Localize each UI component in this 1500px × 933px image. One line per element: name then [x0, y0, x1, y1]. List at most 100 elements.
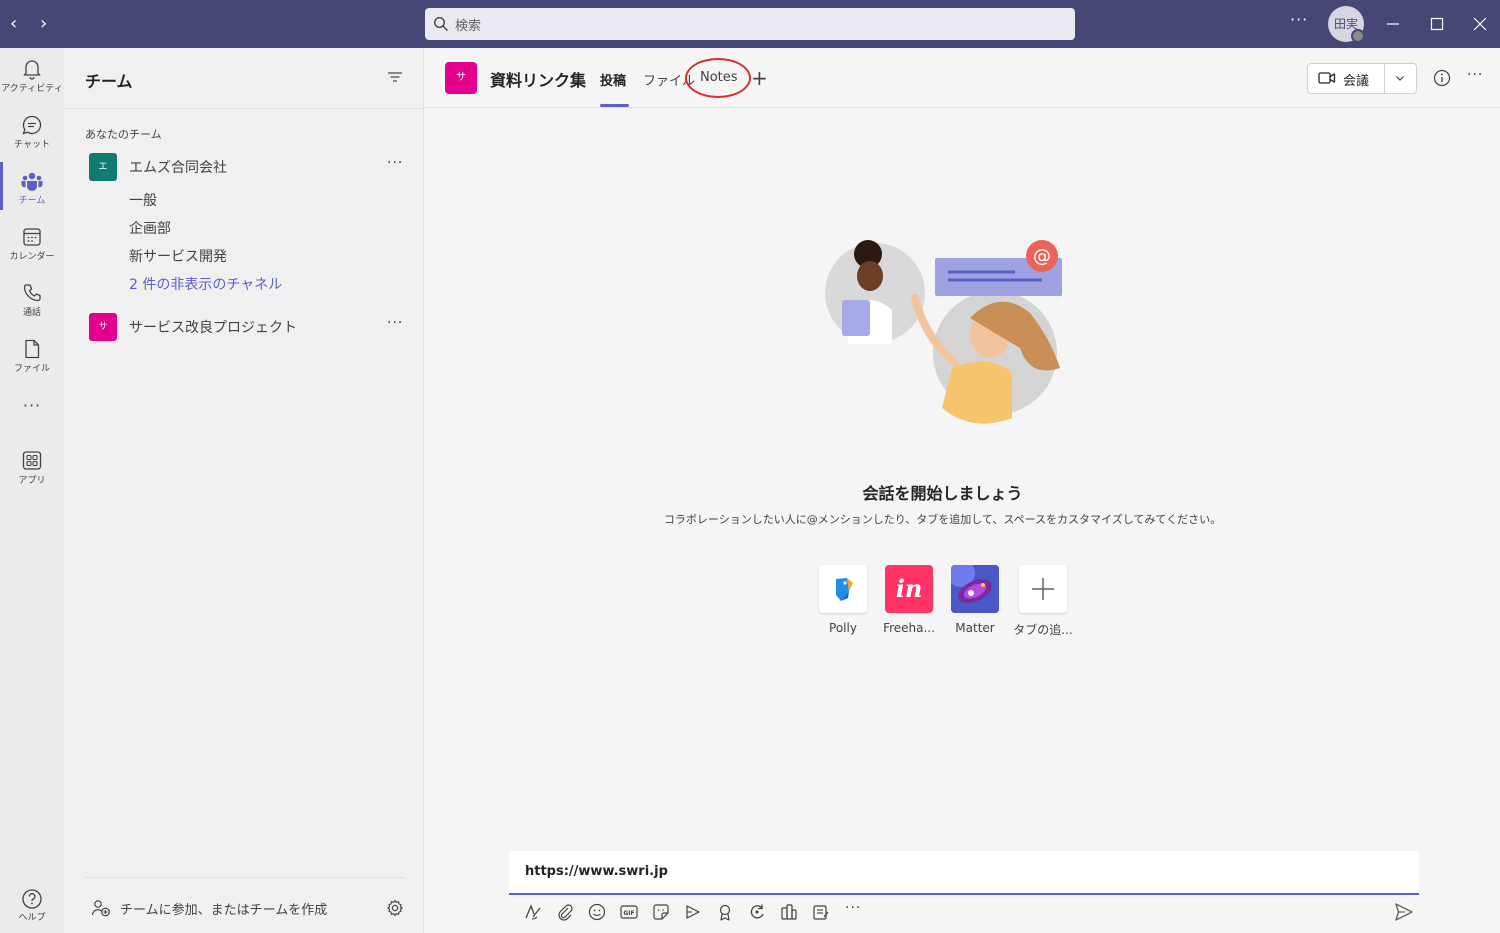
rail-label: チーム — [18, 196, 46, 206]
join-team-icon[interactable] — [91, 899, 111, 917]
back-arrow-icon[interactable]: ‹ — [10, 14, 17, 34]
conversation-illustration: @ — [825, 240, 1062, 424]
maximize-icon[interactable] — [1425, 12, 1449, 36]
bell-icon — [23, 60, 41, 80]
rail-item-teams[interactable]: チーム — [0, 162, 64, 218]
channel-header: サ 資料リンク集 投稿 ファイル Notes + 会議 ··· — [425, 48, 1500, 108]
apps-icon — [22, 451, 42, 470]
channel-main: サ 資料リンク集 投稿 ファイル Notes + 会議 ··· @ 会話を開始し… — [425, 48, 1500, 933]
emoji-icon[interactable] — [587, 902, 607, 922]
title-bar: ‹ › 検索 ··· 田実 — [0, 0, 1500, 48]
svg-text:GIF: GIF — [623, 910, 634, 917]
more-options-icon[interactable]: ··· — [1290, 10, 1308, 29]
app-rail: アクティビティ チャット チーム カレンダー 通話 ファイル ··· アプリ ヘ… — [0, 48, 64, 933]
app-label: Matter — [955, 621, 995, 635]
channel-item[interactable]: 企画部 — [129, 218, 171, 238]
polly-icon — [819, 565, 867, 613]
schedule-meeting-icon[interactable] — [683, 902, 703, 922]
team-more-icon[interactable]: ··· — [387, 315, 403, 331]
rail-item-activity[interactable]: アクティビティ — [0, 50, 64, 106]
active-indicator — [0, 162, 3, 210]
rail-item-calendar[interactable]: カレンダー — [0, 218, 64, 274]
team-name: サービス改良プロジェクト — [129, 320, 297, 336]
close-icon[interactable] — [1468, 12, 1492, 36]
teams-panel: チーム あなたのチーム エ エムズ合同会社 ··· 一般 企画部 新サービス開発… — [64, 48, 424, 933]
add-tab-icon[interactable]: + — [751, 66, 768, 90]
presence-badge — [1351, 29, 1365, 43]
plus-icon — [1019, 565, 1067, 613]
team-name: エムズ合同会社 — [129, 160, 227, 176]
divider — [64, 108, 424, 109]
channel-item[interactable]: 一般 — [129, 190, 157, 210]
active-tab-indicator — [600, 104, 629, 107]
forward-arrow-icon[interactable]: › — [40, 14, 47, 34]
tab-posts[interactable]: 投稿 — [600, 70, 626, 89]
send-icon[interactable] — [1393, 901, 1415, 923]
compose-box[interactable]: https://www.swri.jp — [509, 851, 1419, 895]
app-label: タブの追... — [1013, 623, 1073, 637]
minimize-icon[interactable] — [1381, 12, 1405, 36]
calendar-icon — [23, 228, 41, 246]
search-placeholder: 検索 — [455, 19, 482, 34]
gear-icon[interactable] — [386, 899, 404, 917]
format-icon[interactable] — [523, 902, 543, 922]
more-options-icon[interactable]: ··· — [1467, 67, 1483, 83]
team-avatar: サ — [89, 313, 117, 341]
file-icon — [25, 339, 40, 359]
team-avatar: エ — [89, 153, 117, 181]
video-camera-icon — [1318, 72, 1336, 84]
rail-label: チャット — [14, 140, 50, 150]
rail-label: ファイル — [13, 364, 50, 374]
help-label: ヘルプ — [18, 913, 46, 923]
team-row-ems[interactable]: エ エムズ合同会社 ··· — [64, 151, 424, 183]
search-icon — [433, 16, 448, 31]
more-apps-icon[interactable]: ··· — [845, 900, 865, 920]
teams-icon — [21, 172, 43, 191]
app-label: Polly — [829, 621, 857, 635]
empty-state-title: 会話を開始しましょう — [862, 484, 1023, 503]
hidden-channels-link[interactable]: 2 件の非表示のチャネル — [129, 274, 282, 294]
gif-icon[interactable]: GIF — [619, 902, 639, 922]
rail-item-calls[interactable]: 通話 — [0, 274, 64, 330]
invision-icon: in — [885, 565, 933, 613]
rail-item-apps[interactable]: アプリ — [0, 442, 64, 498]
chevron-down-icon[interactable] — [1394, 72, 1406, 84]
app-tile-polly[interactable]: Polly — [813, 565, 873, 635]
rail-label: アプリ — [18, 476, 46, 486]
rail-item-chat[interactable]: チャット — [0, 106, 64, 162]
filter-icon[interactable] — [387, 70, 403, 84]
channel-avatar: サ — [445, 62, 477, 94]
svg-text:@: @ — [1033, 246, 1051, 267]
team-row-service[interactable]: サ サービス改良プロジェクト ··· — [64, 311, 424, 343]
channel-item[interactable]: 新サービス開発 — [129, 246, 227, 266]
panel-title: チーム — [85, 72, 133, 91]
phone-icon — [23, 284, 41, 302]
attach-icon[interactable] — [555, 902, 575, 922]
search-input[interactable]: 検索 — [425, 8, 1075, 40]
matter-icon — [951, 565, 999, 613]
chat-icon — [22, 115, 42, 135]
forms-icon[interactable] — [811, 902, 831, 922]
team-more-icon[interactable]: ··· — [387, 155, 403, 171]
join-team-button[interactable]: チームに参加、またはチームを作成 — [120, 899, 327, 918]
sticker-icon[interactable] — [651, 902, 671, 922]
meet-button[interactable]: 会議 — [1307, 63, 1417, 94]
divider — [85, 877, 405, 878]
app-label: Freeha... — [883, 621, 935, 635]
help-button[interactable]: ヘルプ — [0, 888, 64, 923]
app-tile-add-tab[interactable]: タブの追... — [1013, 565, 1073, 638]
info-icon[interactable] — [1433, 69, 1451, 87]
loop-icon[interactable] — [747, 902, 767, 922]
rail-label: 通話 — [22, 308, 41, 318]
praise-icon[interactable] — [715, 902, 735, 922]
rail-item-files[interactable]: ファイル — [0, 330, 64, 386]
rail-label: アクティビティ — [1, 84, 63, 94]
stream-icon[interactable] — [779, 902, 799, 922]
help-icon — [22, 889, 42, 909]
app-tile-freehand[interactable]: in Freeha... — [879, 565, 939, 635]
compose-text: https://www.swri.jp — [525, 864, 668, 879]
app-tile-matter[interactable]: Matter — [945, 565, 1005, 635]
channel-title: 資料リンク集 — [490, 71, 587, 90]
rail-label: カレンダー — [9, 252, 55, 262]
meet-label: 会議 — [1343, 74, 1370, 89]
